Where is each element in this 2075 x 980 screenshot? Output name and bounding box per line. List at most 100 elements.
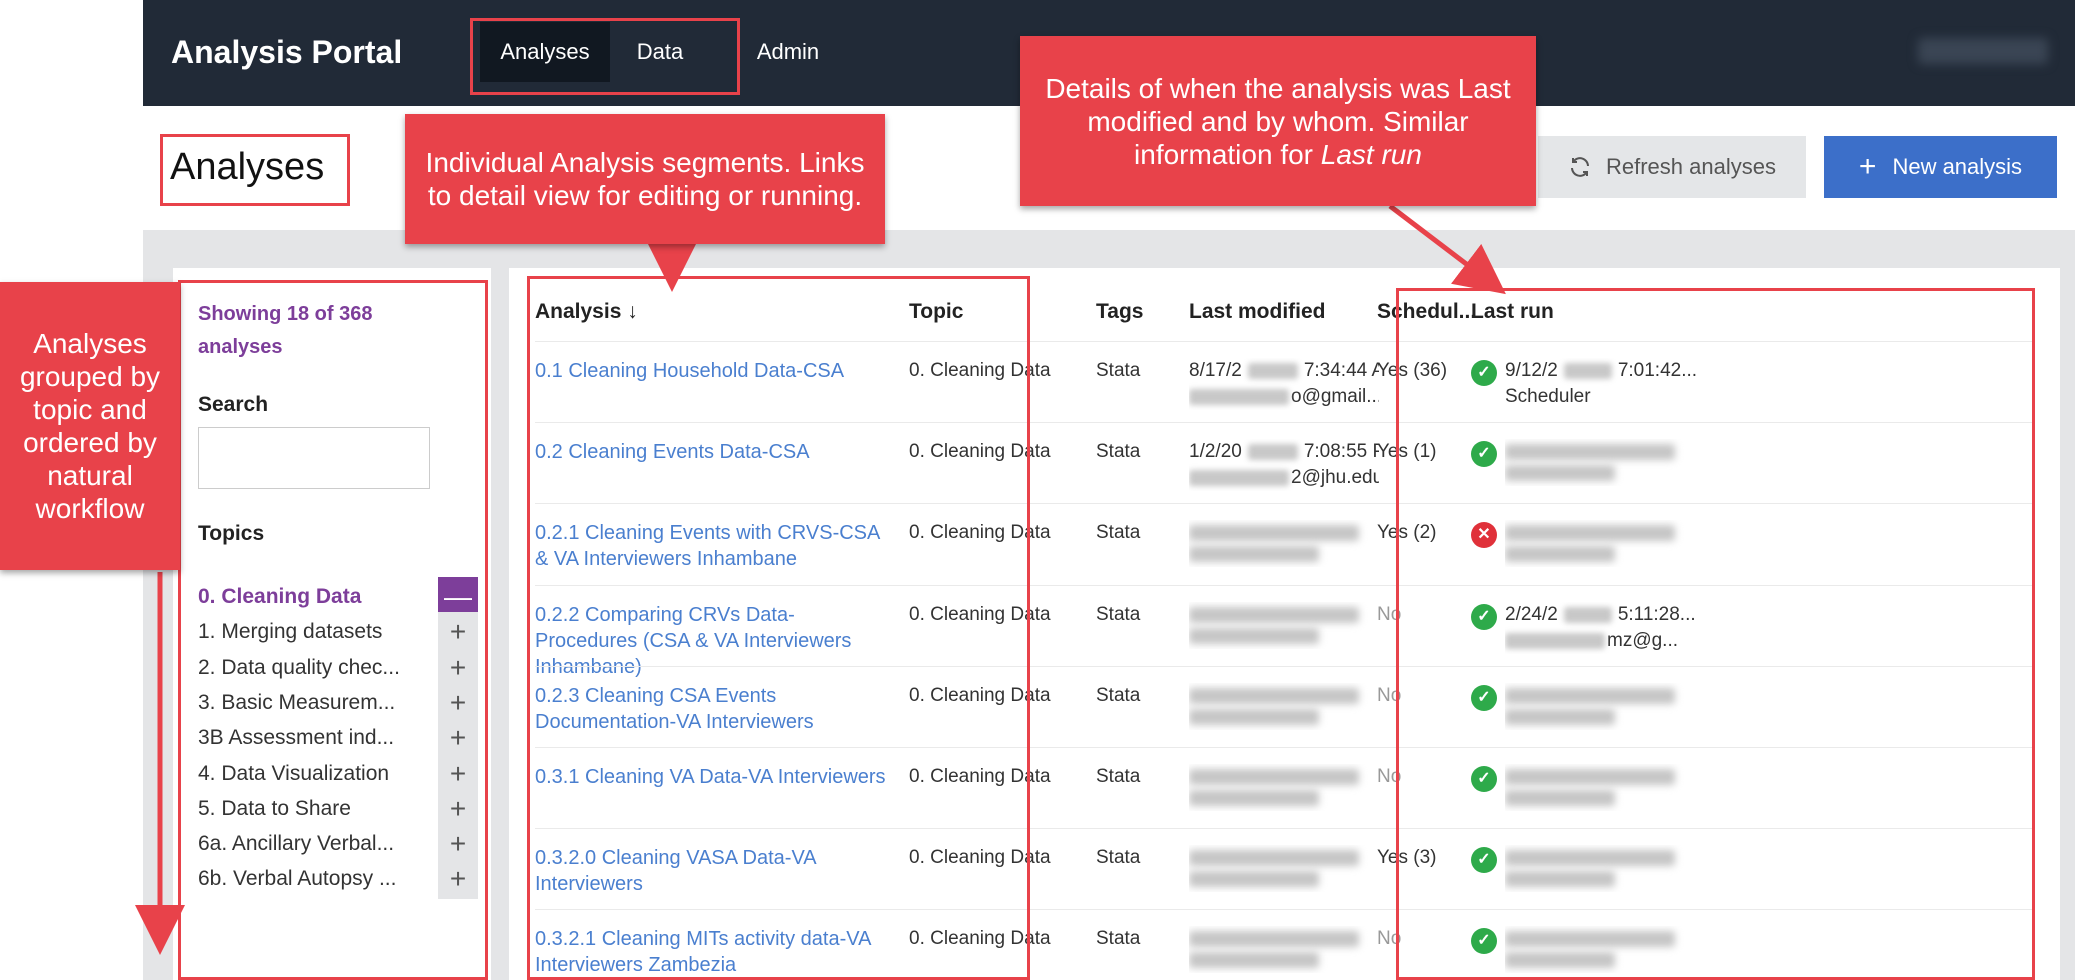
run-date: 2/24/2 xyxy=(1505,603,1558,625)
last-modified-cell: 1/2/20 7:08:55 PM 2@jhu.edu xyxy=(1189,439,1379,491)
last-run-cell xyxy=(1505,845,1705,892)
expand-icon[interactable]: + xyxy=(438,859,478,900)
topic-item[interactable]: 4. Data Visualization + xyxy=(198,753,478,794)
modified-by: 2@jhu.edu xyxy=(1291,467,1379,489)
modified-time: 7:34:44 AM xyxy=(1303,360,1379,381)
column-header-topic[interactable]: Topic xyxy=(909,300,963,324)
redacted-text xyxy=(1189,525,1359,542)
redacted-text xyxy=(1505,708,1615,725)
search-label: Search xyxy=(198,393,269,416)
modified-date: 1/2/20 xyxy=(1189,441,1242,463)
analysis-link[interactable]: 0.2.3 Cleaning CSA Events Documentation-… xyxy=(535,683,895,735)
tags-cell: Stata xyxy=(1096,928,1141,950)
redacted-text xyxy=(1505,546,1615,563)
topic-cell: 0. Cleaning Data xyxy=(909,522,1051,544)
analysis-link[interactable]: 0.3.2.0 Cleaning VASA Data-VA Interviewe… xyxy=(535,845,895,897)
table-row: 0.2.3 Cleaning CSA Events Documentation-… xyxy=(535,665,2035,747)
nav-tab-analyses[interactable]: Analyses xyxy=(480,22,610,82)
redacted-text xyxy=(1189,388,1289,405)
modified-by: o@gmail.... xyxy=(1291,386,1379,407)
new-analysis-button[interactable]: + New analysis xyxy=(1824,136,2057,198)
last-run-cell xyxy=(1505,439,1705,486)
topic-cell: 0. Cleaning Data xyxy=(909,441,1051,463)
topic-item[interactable]: 2. Data quality chec... + xyxy=(198,647,478,688)
run-by: Scheduler xyxy=(1505,386,1591,407)
column-header-last-modified[interactable]: Last modified xyxy=(1189,300,1326,324)
redacted-text xyxy=(1505,850,1675,867)
topic-cell: 0. Cleaning Data xyxy=(909,360,1051,381)
expand-icon[interactable]: + xyxy=(438,753,478,794)
analysis-link[interactable]: 0.2 Cleaning Events Data-CSA xyxy=(535,439,895,465)
analysis-link[interactable]: 0.3.1 Cleaning VA Data-VA Interviewers xyxy=(535,764,895,790)
expand-icon[interactable]: + xyxy=(438,647,478,688)
collapse-icon[interactable]: — xyxy=(438,577,478,617)
last-modified-cell xyxy=(1189,683,1379,730)
scheduled-cell: No xyxy=(1377,603,1402,625)
check-circle-icon: ✓ xyxy=(1471,603,1497,630)
tags-cell: Stata xyxy=(1096,847,1141,869)
column-header-scheduled[interactable]: Schedul... xyxy=(1377,300,1476,324)
table-row: 0.2.1 Cleaning Events with CRVS-CSA & VA… xyxy=(535,503,2035,584)
modified-by-line: o@gmail.... xyxy=(1189,384,1379,410)
column-header-analysis[interactable]: Analysis ↓ xyxy=(535,300,638,324)
tags-cell: Stata xyxy=(1096,360,1141,381)
topic-item[interactable]: 6b. Verbal Autopsy ... + xyxy=(198,859,478,900)
topic-item[interactable]: 6a. Ancillary Verbal... + xyxy=(198,824,478,865)
expand-icon[interactable]: + xyxy=(438,682,478,723)
check-circle-icon: ✓ xyxy=(1471,360,1497,386)
scheduled-cell: Yes (2) xyxy=(1377,522,1437,544)
sidebar: Showing 18 of 368 analyses Search Topics… xyxy=(173,268,491,980)
topic-cell: 0. Cleaning Data xyxy=(909,847,1051,869)
column-header-last-run[interactable]: Last run xyxy=(1471,300,1554,324)
topic-label: 3B Assessment ind... xyxy=(198,726,395,750)
last-modified-cell xyxy=(1189,520,1379,567)
error-circle-icon: ✕ xyxy=(1471,522,1497,549)
topic-item[interactable]: 3. Basic Measurem... + xyxy=(198,682,478,723)
topic-item[interactable]: 0. Cleaning Data — xyxy=(198,577,478,617)
redacted-text xyxy=(1505,871,1615,888)
refresh-analyses-button[interactable]: Refresh analyses xyxy=(1538,136,1806,198)
tags-cell: Stata xyxy=(1096,441,1141,463)
modified-by-line: 2@jhu.edu xyxy=(1189,465,1379,491)
analysis-link[interactable]: 0.1 Cleaning Household Data-CSA xyxy=(535,358,895,384)
redacted-text xyxy=(1505,444,1675,461)
scheduled-cell: No xyxy=(1377,684,1402,706)
column-header-tags[interactable]: Tags xyxy=(1096,300,1143,324)
expand-icon[interactable]: + xyxy=(438,824,478,865)
topic-item[interactable]: 5. Data to Share + xyxy=(198,788,478,829)
last-modified-line: 8/17/2 7:34:44 AM xyxy=(1189,358,1379,384)
last-modified-cell xyxy=(1189,764,1379,811)
nav-tab-admin[interactable]: Admin xyxy=(743,22,833,82)
topic-cell: 0. Cleaning Data xyxy=(909,928,1051,950)
search-input[interactable] xyxy=(198,427,430,489)
analysis-link[interactable]: 0.3.2.1 Cleaning MITs activity data-VA I… xyxy=(535,926,895,978)
last-run-cell: 9/12/2 7:01:42... Scheduler xyxy=(1505,358,1705,410)
topic-item[interactable]: 1. Merging datasets + xyxy=(198,612,478,653)
redacted-text xyxy=(1505,952,1615,969)
last-run-cell xyxy=(1505,683,1705,730)
analysis-link[interactable]: 0.2.1 Cleaning Events with CRVS-CSA & VA… xyxy=(535,520,895,572)
last-modified-cell xyxy=(1189,926,1379,973)
expand-icon[interactable]: + xyxy=(438,788,478,829)
scheduled-cell: Yes (3) xyxy=(1377,847,1437,869)
last-modified-cell: 8/17/2 7:34:44 AM o@gmail.... xyxy=(1189,358,1379,410)
topic-item[interactable]: 3B Assessment ind... + xyxy=(198,718,478,759)
last-run-cell xyxy=(1505,520,1705,567)
check-circle-icon: ✓ xyxy=(1471,766,1497,792)
topic-label: 6b. Verbal Autopsy ... xyxy=(198,867,397,891)
nav-tab-data[interactable]: Data xyxy=(610,22,710,82)
callout-modified-text: Details of when the analysis was Last mo… xyxy=(1040,72,1516,171)
topic-cell: 0. Cleaning Data xyxy=(909,684,1051,706)
annotated-screenshot: Analysis Portal Analyses Data Admin Anal… xyxy=(0,0,2075,980)
plus-icon: + xyxy=(1858,150,1877,183)
expand-icon[interactable]: + xyxy=(438,612,478,653)
callout-analysis-text: Individual Analysis segments. Links to d… xyxy=(425,147,865,211)
results-count: Showing 18 of 368 analyses xyxy=(198,303,373,358)
callout-analysis-note: Individual Analysis segments. Links to d… xyxy=(405,114,885,244)
user-menu-blurred[interactable] xyxy=(1918,38,2048,64)
redacted-text xyxy=(1247,444,1298,461)
callout-modified-emphasis: Last run xyxy=(1320,138,1422,170)
expand-icon[interactable]: + xyxy=(438,718,478,759)
app-title: Analysis Portal xyxy=(171,34,403,70)
scheduled-cell: Yes (36) xyxy=(1377,360,1448,381)
